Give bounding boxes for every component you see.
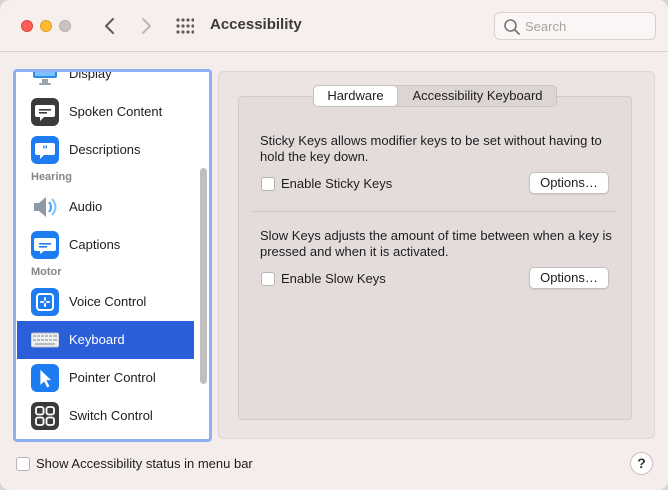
section-divider (253, 211, 616, 212)
sticky-keys-options-button[interactable]: Options… (529, 172, 609, 194)
sidebar-item-pointer-control[interactable]: Pointer Control (17, 359, 194, 397)
sidebar-item-display[interactable]: Display (17, 69, 194, 93)
voice-control-icon (31, 288, 59, 316)
tab-hardware[interactable]: Hardware (314, 86, 397, 106)
descriptions-icon: " (31, 136, 59, 164)
sidebar-item-captions[interactable]: Captions (17, 226, 194, 264)
keyboard-icon (31, 332, 59, 348)
show-status-in-menu-bar-label[interactable]: Show Accessibility status in menu bar (36, 456, 253, 471)
show-all-grid-icon[interactable] (176, 17, 194, 35)
search-icon (504, 19, 520, 35)
slow-keys-description: Slow Keys adjusts the amount of time bet… (260, 228, 612, 259)
show-status-in-menu-bar-checkbox[interactable] (16, 457, 30, 471)
sidebar-item-label: Spoken Content (69, 104, 163, 119)
section-heading-hearing: Hearing (31, 171, 72, 183)
section-heading-motor: Motor (31, 266, 62, 278)
search-input[interactable] (525, 17, 649, 35)
preferences-window: Accessibility Display (0, 0, 668, 490)
sidebar-item-spoken-content[interactable]: Spoken Content (17, 93, 194, 131)
sidebar-item-audio[interactable]: Audio (17, 188, 194, 226)
minimize-window-button[interactable] (40, 20, 52, 32)
speaker-icon (34, 197, 57, 217)
sidebar-item-voice-control[interactable]: Voice Control (17, 283, 194, 321)
titlebar: Accessibility (0, 0, 668, 52)
spoken-content-icon (31, 98, 59, 126)
tab-accessibility-keyboard[interactable]: Accessibility Keyboard (400, 86, 555, 106)
sidebar-item-label: Captions (69, 237, 121, 252)
sidebar-scrollbar[interactable] (200, 168, 207, 384)
sidebar-item-label: Pointer Control (69, 370, 156, 385)
close-window-button[interactable] (21, 20, 33, 32)
sidebar-item-label: Keyboard (69, 332, 125, 347)
tab-bar: Hardware Accessibility Keyboard (313, 85, 557, 107)
back-arrow-icon[interactable] (100, 14, 120, 38)
sidebar-item-label: Voice Control (69, 294, 147, 309)
sidebar-item-keyboard[interactable]: Keyboard (17, 321, 194, 359)
sidebar-item-switch-control[interactable]: Switch Control (17, 397, 194, 435)
window-title: Accessibility (210, 16, 302, 33)
sidebar-item-label: Display (69, 69, 112, 81)
enable-slow-keys-label[interactable]: Enable Slow Keys (281, 271, 386, 286)
sidebar-item-label: Descriptions (69, 142, 141, 157)
sidebar-item-descriptions[interactable]: " Descriptions (17, 131, 194, 169)
pointer-icon (31, 364, 59, 392)
forward-arrow-icon[interactable] (136, 14, 156, 38)
enable-sticky-keys-checkbox[interactable] (261, 177, 275, 191)
sidebar-item-label: Audio (69, 199, 103, 214)
zoom-window-button[interactable] (59, 20, 71, 32)
svg-text:": " (42, 144, 48, 157)
captions-icon (31, 231, 59, 259)
sidebar-item-label: Switch Control (69, 408, 153, 423)
category-sidebar[interactable]: Display Spoken Content " Descriptions He… (13, 69, 212, 442)
help-button[interactable]: ? (630, 452, 653, 475)
enable-sticky-keys-label[interactable]: Enable Sticky Keys (281, 176, 392, 191)
slow-keys-options-button[interactable]: Options… (529, 267, 609, 289)
sticky-keys-description: Sticky Keys allows modifier keys to be s… (260, 133, 602, 164)
search-field[interactable] (494, 12, 656, 40)
switch-control-icon (31, 402, 59, 430)
display-icon (33, 72, 57, 85)
enable-slow-keys-checkbox[interactable] (261, 272, 275, 286)
